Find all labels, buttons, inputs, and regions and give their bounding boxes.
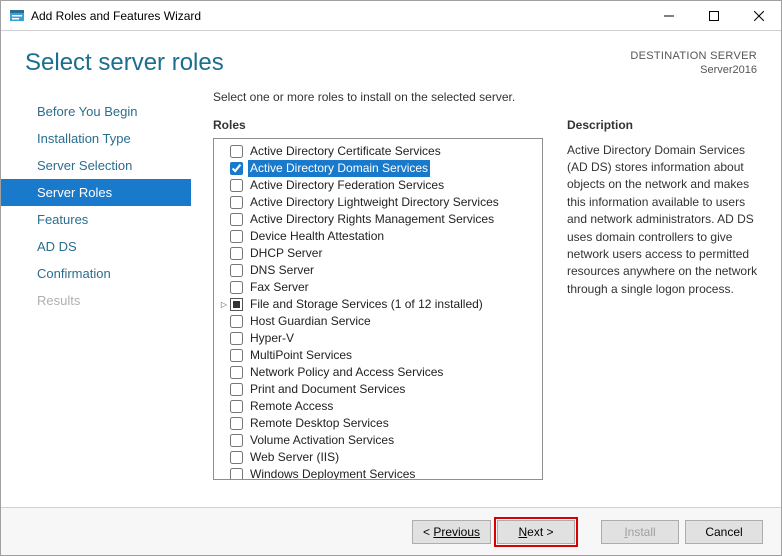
role-label: DHCP Server (248, 245, 324, 262)
role-item[interactable]: Network Policy and Access Services (216, 364, 540, 381)
role-item[interactable]: DNS Server (216, 262, 540, 279)
wizard-step-results: Results (1, 287, 191, 314)
role-item[interactable]: Fax Server (216, 279, 540, 296)
roles-label: Roles (213, 118, 543, 132)
role-label: Print and Document Services (248, 381, 407, 398)
app-icon (9, 8, 25, 24)
role-label: Hyper-V (248, 330, 296, 347)
role-item[interactable]: Active Directory Rights Management Servi… (216, 211, 540, 228)
main-content: Select one or more roles to install on t… (191, 90, 781, 480)
role-label: Device Health Attestation (248, 228, 386, 245)
role-item[interactable]: Active Directory Federation Services (216, 177, 540, 194)
role-item[interactable]: Device Health Attestation (216, 228, 540, 245)
wizard-step-server-selection[interactable]: Server Selection (1, 152, 191, 179)
cancel-button[interactable]: Cancel (685, 520, 763, 544)
previous-button[interactable]: < Previous (412, 520, 491, 544)
role-item[interactable]: Host Guardian Service (216, 313, 540, 330)
body: Before You BeginInstallation TypeServer … (1, 80, 781, 480)
role-item[interactable]: ▷ File and Storage Services (1 of 12 inst… (216, 296, 540, 313)
role-item[interactable]: Remote Desktop Services (216, 415, 540, 432)
role-item[interactable]: Print and Document Services (216, 381, 540, 398)
wizard-step-installation-type[interactable]: Installation Type (1, 125, 191, 152)
role-label: DNS Server (248, 262, 316, 279)
role-item[interactable]: Web Server (IIS) (216, 449, 540, 466)
window-buttons (646, 1, 781, 30)
role-label: Volume Activation Services (248, 432, 396, 449)
role-checkbox[interactable] (230, 179, 243, 192)
role-label: MultiPoint Services (248, 347, 354, 364)
close-button[interactable] (736, 1, 781, 30)
minimize-button[interactable] (646, 1, 691, 30)
wizard-step-ad-ds[interactable]: AD DS (1, 233, 191, 260)
role-checkbox-partial[interactable] (230, 298, 243, 311)
role-checkbox[interactable] (230, 264, 243, 277)
roles-list[interactable]: Active Directory Certificate ServicesAct… (213, 138, 543, 480)
wizard-step-features[interactable]: Features (1, 206, 191, 233)
role-label: Active Directory Rights Management Servi… (248, 211, 496, 228)
role-label: Active Directory Certificate Services (248, 143, 443, 160)
role-checkbox[interactable] (230, 196, 243, 209)
window-title: Add Roles and Features Wizard (31, 9, 646, 23)
description-label: Description (567, 118, 763, 132)
role-item[interactable]: Volume Activation Services (216, 432, 540, 449)
role-checkbox[interactable] (230, 434, 243, 447)
role-checkbox[interactable] (230, 451, 243, 464)
wizard-step-before-you-begin[interactable]: Before You Begin (1, 98, 191, 125)
next-button[interactable]: Next > (497, 520, 575, 544)
role-label: Active Directory Federation Services (248, 177, 446, 194)
role-checkbox[interactable] (230, 468, 243, 480)
role-item[interactable]: Active Directory Domain Services (216, 160, 540, 177)
description-text: Active Directory Domain Services (AD DS)… (567, 142, 763, 299)
role-item[interactable]: Remote Access (216, 398, 540, 415)
destination-value: Server2016 (630, 63, 757, 77)
roles-panel: Roles Active Directory Certificate Servi… (213, 118, 543, 480)
wizard-step-confirmation[interactable]: Confirmation (1, 260, 191, 287)
footer: < Previous Next > Install Cancel (1, 507, 781, 555)
wizard-steps: Before You BeginInstallation TypeServer … (1, 90, 191, 480)
destination-label: DESTINATION SERVER (630, 49, 757, 63)
role-label: File and Storage Services (1 of 12 insta… (248, 296, 485, 313)
role-checkbox[interactable] (230, 417, 243, 430)
role-label: Network Policy and Access Services (248, 364, 445, 381)
role-checkbox[interactable] (230, 230, 243, 243)
role-item[interactable]: DHCP Server (216, 245, 540, 262)
role-checkbox[interactable] (230, 400, 243, 413)
role-label: Active Directory Lightweight Directory S… (248, 194, 501, 211)
panels: Roles Active Directory Certificate Servi… (213, 118, 763, 480)
wizard-step-server-roles[interactable]: Server Roles (1, 179, 191, 206)
page-title: Select server roles (25, 49, 224, 77)
role-item[interactable]: Hyper-V (216, 330, 540, 347)
install-button: Install (601, 520, 679, 544)
titlebar: Add Roles and Features Wizard (1, 1, 781, 31)
role-label: Fax Server (248, 279, 311, 296)
role-checkbox[interactable] (230, 213, 243, 226)
role-checkbox[interactable] (230, 145, 243, 158)
role-checkbox[interactable] (230, 315, 243, 328)
role-checkbox[interactable] (230, 162, 243, 175)
role-label: Active Directory Domain Services (248, 160, 430, 177)
role-label: Remote Desktop Services (248, 415, 391, 432)
destination-server: DESTINATION SERVER Server2016 (630, 49, 757, 78)
role-label: Windows Deployment Services (248, 466, 417, 480)
page-header: Select server roles DESTINATION SERVER S… (1, 31, 781, 80)
role-item[interactable]: Active Directory Certificate Services (216, 143, 540, 160)
description-panel: Description Active Directory Domain Serv… (567, 118, 763, 480)
expand-icon[interactable]: ▷ (218, 296, 230, 313)
role-checkbox[interactable] (230, 247, 243, 260)
role-checkbox[interactable] (230, 332, 243, 345)
instruction-text: Select one or more roles to install on t… (213, 90, 763, 104)
role-label: Remote Access (248, 398, 335, 415)
role-item[interactable]: Windows Deployment Services (216, 466, 540, 480)
role-checkbox[interactable] (230, 383, 243, 396)
role-label: Host Guardian Service (248, 313, 373, 330)
role-checkbox[interactable] (230, 366, 243, 379)
role-checkbox[interactable] (230, 281, 243, 294)
maximize-button[interactable] (691, 1, 736, 30)
role-checkbox[interactable] (230, 349, 243, 362)
role-item[interactable]: Active Directory Lightweight Directory S… (216, 194, 540, 211)
role-item[interactable]: MultiPoint Services (216, 347, 540, 364)
role-label: Web Server (IIS) (248, 449, 341, 466)
